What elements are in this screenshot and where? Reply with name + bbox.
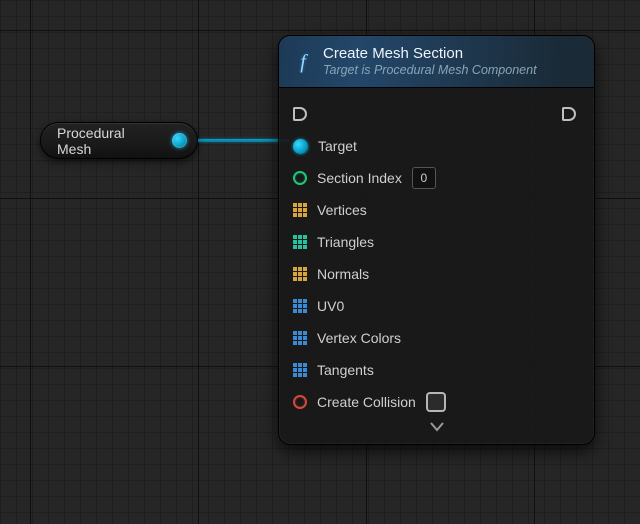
pin-row-vertex-colors: Vertex Colors (293, 322, 580, 354)
node-subtitle: Target is Procedural Mesh Component (323, 63, 537, 78)
input-pin-create-collision[interactable] (293, 395, 307, 409)
pin-label-uv0: UV0 (317, 298, 344, 314)
pin-label-section-index: Section Index (317, 170, 402, 186)
exec-in-pin[interactable] (293, 107, 307, 121)
pin-row-vertices: Vertices (293, 194, 580, 226)
node-title: Create Mesh Section (323, 45, 537, 63)
variable-node-procedural-mesh[interactable]: Procedural Mesh (40, 122, 198, 159)
create-collision-checkbox[interactable] (426, 392, 446, 412)
pin-label-target: Target (318, 138, 357, 154)
pin-label-normals: Normals (317, 266, 369, 282)
input-pin-vertices[interactable] (293, 203, 307, 217)
input-pin-target[interactable] (293, 139, 308, 154)
pin-row-section-index: Section Index 0 (293, 162, 580, 194)
output-pin-object[interactable] (172, 133, 187, 148)
section-index-input[interactable]: 0 (412, 167, 436, 189)
exec-row (293, 98, 580, 130)
pin-label-create-collision: Create Collision (317, 394, 416, 410)
input-pin-triangles[interactable] (293, 235, 307, 249)
node-body: Target Section Index 0 Vertices Triangle… (279, 88, 594, 444)
pin-row-tangents: Tangents (293, 354, 580, 386)
input-pin-tangents[interactable] (293, 363, 307, 377)
wire-proceduralmesh-to-target (185, 139, 290, 142)
variable-label: Procedural Mesh (57, 125, 162, 157)
function-icon: f (293, 52, 313, 72)
pin-label-triangles: Triangles (317, 234, 374, 250)
pin-row-uv0: UV0 (293, 290, 580, 322)
node-create-mesh-section[interactable]: f Create Mesh Section Target is Procedur… (278, 35, 595, 445)
pin-label-vertices: Vertices (317, 202, 367, 218)
input-pin-normals[interactable] (293, 267, 307, 281)
pin-row-create-collision: Create Collision (293, 386, 580, 418)
node-title-block: Create Mesh Section Target is Procedural… (323, 45, 537, 78)
input-pin-section-index[interactable] (293, 171, 307, 185)
pin-label-vertex-colors: Vertex Colors (317, 330, 401, 346)
input-pin-vertex-colors[interactable] (293, 331, 307, 345)
expand-node-button[interactable] (293, 418, 580, 436)
exec-out-pin[interactable] (562, 107, 576, 121)
pin-row-triangles: Triangles (293, 226, 580, 258)
chevron-down-icon (430, 422, 444, 432)
pin-row-target: Target (293, 130, 580, 162)
node-header[interactable]: f Create Mesh Section Target is Procedur… (279, 36, 594, 88)
pin-label-tangents: Tangents (317, 362, 374, 378)
pin-row-normals: Normals (293, 258, 580, 290)
input-pin-uv0[interactable] (293, 299, 307, 313)
